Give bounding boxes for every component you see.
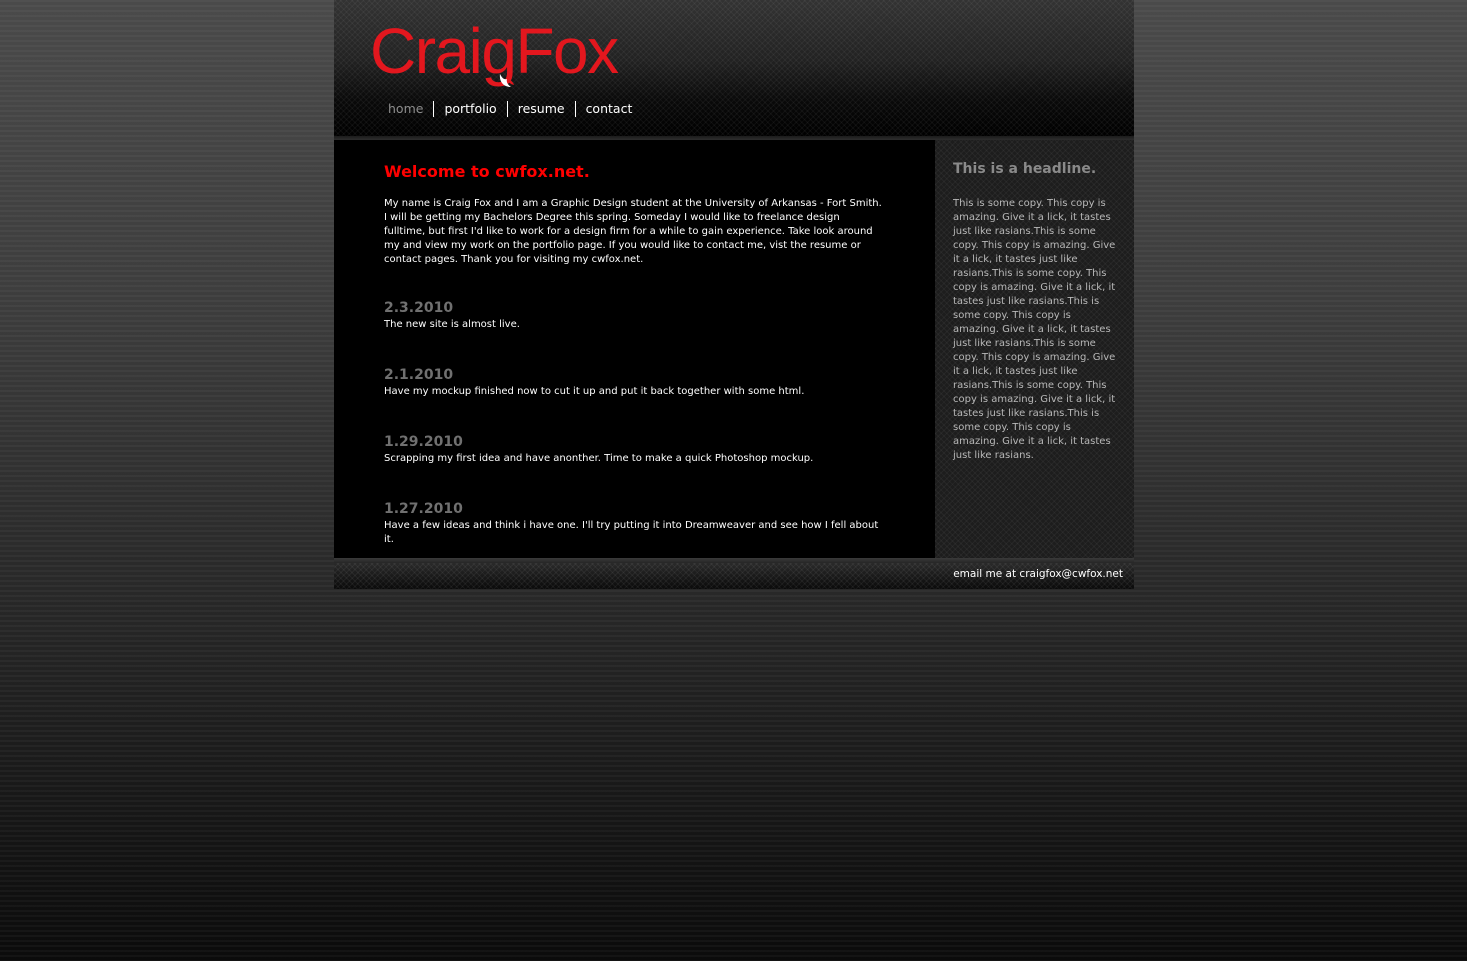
news-item: 2.3.2010 The new site is almost live.: [384, 299, 885, 332]
main-content: Welcome to cwfox.net. My name is Craig F…: [334, 140, 935, 558]
welcome-heading: Welcome to cwfox.net.: [384, 162, 590, 181]
intro-paragraph: My name is Craig Fox and I am a Graphic …: [384, 198, 882, 265]
site-logo[interactable]: CraigFox: [370, 14, 670, 94]
sidebar-copy: This is some copy. This copy is amazing.…: [953, 198, 1116, 461]
news-date: 1.27.2010: [384, 501, 463, 517]
news-item: 2.1.2010 Have my mockup finished now to …: [384, 366, 885, 399]
news-date: 2.1.2010: [384, 367, 454, 383]
nav-portfolio-link[interactable]: portfolio: [433, 101, 506, 117]
main-nav: home portfolio resume contact: [378, 101, 642, 117]
news-text: The new site is almost live.: [384, 319, 520, 330]
site-footer: email me at craigfox@cwfox.net: [334, 563, 1134, 589]
news-date: 1.29.2010: [384, 434, 463, 450]
footer-email-link[interactable]: email me at craigfox@cwfox.net: [953, 567, 1123, 581]
fox-tail-icon: [499, 74, 514, 87]
news-text: Have my mockup finished now to cut it up…: [384, 386, 805, 397]
news-text: Have a few ideas and think i have one. I…: [384, 520, 879, 545]
news-item: 1.27.2010 Have a few ideas and think i h…: [384, 500, 885, 547]
sidebar: This is a headline. This is some copy. T…: [935, 140, 1134, 558]
site-header: CraigFox home portfolio resume contact: [334, 0, 1134, 136]
nav-contact-link[interactable]: contact: [574, 101, 643, 117]
nav-resume-link[interactable]: resume: [506, 101, 575, 117]
news-text: Scrapping my first idea and have anonthe…: [384, 453, 814, 464]
page-wrapper: CraigFox home portfolio resume contact W…: [334, 0, 1134, 589]
news-date: 2.3.2010: [384, 300, 454, 316]
content-area: Welcome to cwfox.net. My name is Craig F…: [334, 140, 1134, 558]
nav-home-link[interactable]: home: [378, 101, 433, 117]
news-item: 1.29.2010 Scrapping my first idea and ha…: [384, 433, 885, 466]
sidebar-headline: This is a headline.: [953, 161, 1097, 177]
logo-text: CraigFox: [370, 15, 619, 87]
